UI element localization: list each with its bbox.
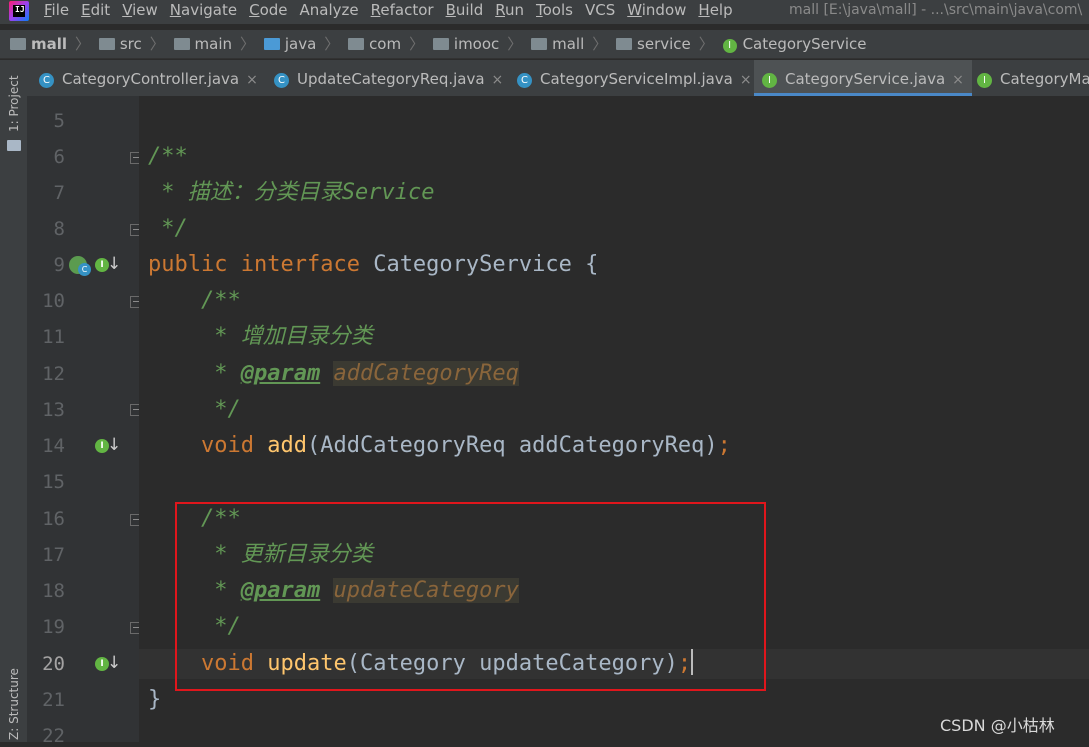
breadcrumb: mall 〉 src 〉 main 〉 java 〉 com 〉 imooc 〉 mall 〉… [0,30,1089,59]
close-icon[interactable]: × [492,72,504,88]
code-line: */ [148,397,241,422]
interface-icon: I [762,73,777,88]
code-line: * 描述：分类目录Service [148,180,435,205]
menu-item-build[interactable]: Build [446,0,484,20]
line-number: 19 [42,616,65,638]
tab-categoryservice[interactable]: I CategoryService.java × [754,60,972,96]
code-line: * 增加目录分类 [148,324,373,349]
tab-categorymapper[interactable]: I CategoryMa [977,60,1089,96]
menu-item-window[interactable]: Window [627,0,686,20]
menu-item-help[interactable]: Help [698,0,732,20]
package-icon [531,38,548,50]
breadcrumb-item-imooc[interactable]: imooc [432,30,499,58]
module-folder-icon [10,38,26,50]
code-line: } [148,687,162,712]
menu-items: File Edit View Navigate Code Analyze Refactor B… [44,0,745,20]
editor-gutter: 5 6 7 8 9 10 11 12 13 14 15 16 17 18 19 … [27,96,142,747]
line-number: 5 [53,110,65,132]
line-number: 15 [42,471,65,493]
intellij-logo-icon: IJ [9,1,29,21]
implemented-arrow-icon[interactable]: ↓ [107,437,121,454]
menu-item-vcs[interactable]: VCS [585,0,615,20]
menu-item-refactor[interactable]: Refactor [371,0,434,20]
interface-icon: I [722,39,737,53]
line-number: 16 [42,508,65,530]
line-number-current: 20 [42,653,65,675]
class-icon: C [39,73,54,88]
line-number: 13 [42,399,65,421]
close-icon[interactable]: × [246,72,258,88]
breadcrumb-item-service[interactable]: service [616,30,691,58]
breadcrumb-item-com[interactable]: com [348,30,401,58]
window-title: mall [E:\java\mall] - ...\src\main\java\… [789,2,1083,18]
package-icon [616,38,633,50]
line-number: 7 [53,182,65,204]
left-tool-strip: 1: Project Z: Structure [0,60,27,742]
line-number: 11 [42,326,65,348]
menu-item-analyze[interactable]: Analyze [300,0,359,20]
close-icon[interactable]: × [740,72,752,88]
tab-updatecategoryreq[interactable]: C UpdateCategoryReq.java × [274,60,503,96]
class-icon: C [78,263,91,276]
breadcrumb-item-mall[interactable]: mall [10,30,67,58]
line-number: 10 [42,290,65,312]
source-folder-icon [263,38,280,50]
annotation-highlight-box [175,502,766,691]
code-line: /** [148,144,188,169]
folder-icon [98,38,115,50]
menu-item-view[interactable]: View [122,0,158,20]
menu-item-run[interactable]: Run [495,0,524,20]
breadcrumb-item-src[interactable]: src [98,30,142,58]
code-line: */ [148,216,188,241]
menu-item-tools[interactable]: Tools [536,0,573,20]
class-icon: C [274,73,289,88]
line-number: 6 [53,146,65,168]
breadcrumb-item-categoryservice[interactable]: I CategoryService [722,30,867,58]
folder-icon [7,140,21,151]
tab-categoryserviceimpl[interactable]: C CategoryServiceImpl.java × [517,60,752,96]
line-number: 18 [42,580,65,602]
menu-item-edit[interactable]: Edit [81,0,110,20]
structure-tool-button[interactable]: Z: Structure [7,668,21,740]
line-number: 12 [42,363,65,385]
breadcrumb-item-java[interactable]: java [263,30,316,58]
line-number: 9 [53,254,65,276]
code-line: * @param addCategoryReq [148,361,519,386]
package-icon [348,38,365,50]
code-line: /** [148,288,241,313]
line-number: 14 [42,435,65,457]
menu-bar: IJ File Edit View Navigate Code Analyze Refact… [0,0,1089,24]
code-line: void add(AddCategoryReq addCategoryReq); [148,433,731,458]
line-number: 22 [42,725,65,747]
project-tool-button[interactable]: 1: Project [7,75,21,132]
interface-icon: I [977,73,992,88]
code-line: public interface CategoryService { [148,252,599,277]
line-number: 21 [42,689,65,711]
menu-item-navigate[interactable]: Navigate [170,0,237,20]
implemented-arrow-icon[interactable]: ↓ [107,256,121,273]
editor-tabs: C CategoryController.java × C UpdateCategor… [27,60,1089,97]
menu-item-code[interactable]: Code [249,0,287,20]
menu-item-file[interactable]: File [44,0,69,20]
breadcrumb-item-main[interactable]: main [173,30,232,58]
implemented-arrow-icon[interactable]: ↓ [107,655,121,672]
close-icon[interactable]: × [952,72,964,88]
tab-categorycontroller[interactable]: C CategoryController.java × [39,60,258,96]
breadcrumb-item-mall-pkg[interactable]: mall [531,30,584,58]
package-icon [432,38,449,50]
line-number: 17 [42,544,65,566]
folder-icon [173,38,190,50]
class-icon: C [517,73,532,88]
line-number: 8 [53,218,65,240]
watermark: CSDN @小枯林 [940,716,1055,735]
